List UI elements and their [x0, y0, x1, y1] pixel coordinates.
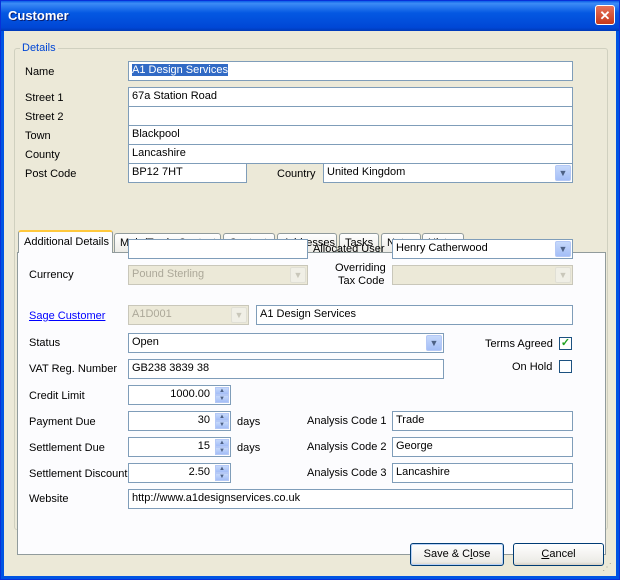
analysis2-label: Analysis Code 2 [307, 441, 387, 453]
on-hold-checkbox[interactable] [559, 360, 572, 373]
status-value: Open [132, 336, 159, 348]
spin-up-icon[interactable]: ▲ [215, 387, 229, 395]
chevron-down-icon: ▼ [231, 307, 247, 323]
name-value: A1 Design Services [132, 64, 228, 76]
spin-up-icon[interactable]: ▲ [215, 439, 229, 447]
payment-days-label: days [237, 416, 261, 428]
analysis3-field[interactable]: Lancashire [392, 463, 573, 483]
town-field[interactable]: Blackpool [128, 125, 573, 145]
postcode-label: Post Code [25, 168, 77, 180]
spin-down-icon[interactable]: ▼ [215, 421, 229, 429]
additional-details-panel [17, 252, 606, 555]
currency-label: Currency [29, 269, 74, 281]
title-bar[interactable]: Customer ✕ [1, 1, 619, 31]
spin-up-icon[interactable]: ▲ [215, 413, 229, 421]
settlement-due-value: 15 [197, 440, 210, 452]
county-field[interactable]: Lancashire [128, 144, 573, 164]
payment-due-value: 30 [197, 414, 210, 426]
country-select[interactable]: United Kingdom ▼ [323, 163, 573, 183]
analysis3-label: Analysis Code 3 [307, 467, 387, 479]
postcode-field[interactable]: BP12 7HT [128, 163, 247, 183]
save-close-label-pre: Save & C [423, 548, 471, 560]
analysis2-field[interactable]: George [392, 437, 573, 457]
street1-label: Street 1 [25, 92, 64, 104]
details-legend: Details [20, 42, 58, 54]
on-hold-label: On Hold [512, 361, 553, 373]
spin-up-icon[interactable]: ▲ [215, 465, 229, 473]
sage-customer-link[interactable]: Sage Customer [29, 310, 105, 322]
chevron-down-icon: ▼ [555, 267, 571, 283]
spin-down-icon[interactable]: ▼ [215, 395, 229, 403]
payment-due-stepper[interactable]: 30 ▲ ▼ [128, 411, 231, 431]
settlement-due-stepper[interactable]: 15 ▲ ▼ [128, 437, 231, 457]
name-field[interactable]: A1 Design Services [128, 61, 573, 81]
chevron-down-icon: ▼ [290, 267, 306, 283]
close-icon[interactable]: ✕ [595, 5, 615, 25]
window-title: Customer [8, 8, 69, 23]
settlement-discount-stepper[interactable]: 2.50 ▲ ▼ [128, 463, 231, 483]
cancel-label-post: ancel [549, 548, 576, 560]
country-value: United Kingdom [327, 166, 406, 178]
status-label: Status [29, 337, 61, 349]
overriding-tax-select[interactable]: ▼ [392, 265, 573, 285]
terms-agreed-checkbox[interactable]: ✓ [559, 337, 572, 350]
analysis1-label: Analysis Code 1 [307, 415, 387, 427]
save-close-label-post: ose [472, 548, 491, 560]
street1-field[interactable]: 67a Station Road [128, 87, 573, 107]
allocated-user-label: Allocated User [313, 243, 385, 255]
vat-field[interactable]: GB238 3839 38 [128, 359, 444, 379]
chevron-down-icon[interactable]: ▼ [555, 241, 571, 257]
allocated-user-select[interactable]: Henry Catherwood ▼ [392, 239, 573, 259]
street2-label: Street 2 [25, 111, 64, 123]
settlement-due-label: Settlement Due [29, 442, 105, 454]
settlement-days-label: days [237, 442, 261, 454]
analysis1-field[interactable]: Trade [392, 411, 573, 431]
settlement-discount-value: 2.50 [188, 466, 210, 478]
reference-field[interactable] [128, 239, 308, 259]
currency-value: Pound Sterling [132, 268, 205, 280]
town-label: Town [25, 130, 51, 142]
dialog-body: Details Name A1 Design Services Street 1… [4, 31, 616, 576]
tab-additional-details[interactable]: Additional Details [18, 230, 113, 253]
vat-label: VAT Reg. Number [29, 363, 118, 375]
save-close-button[interactable]: Save & Close [410, 543, 504, 566]
spin-down-icon[interactable]: ▼ [215, 447, 229, 455]
website-label: Website [29, 493, 69, 505]
currency-select[interactable]: Pound Sterling ▼ [128, 265, 308, 285]
credit-limit-label: Credit Limit [29, 390, 85, 402]
spin-down-icon[interactable]: ▼ [215, 473, 229, 481]
allocated-user-value: Henry Catherwood [396, 242, 488, 254]
terms-agreed-label: Terms Agreed [485, 338, 553, 350]
credit-limit-stepper[interactable]: 1000.00 ▲ ▼ [128, 385, 231, 405]
cancel-button[interactable]: Cancel [513, 543, 604, 566]
payment-due-label: Payment Due [29, 416, 96, 428]
street2-field[interactable] [128, 106, 573, 126]
status-select[interactable]: Open ▼ [128, 333, 444, 353]
website-field[interactable]: http://www.a1designservices.co.uk [128, 489, 573, 509]
chevron-down-icon[interactable]: ▼ [426, 335, 442, 351]
county-label: County [25, 149, 60, 161]
overriding-tax-label-2: Tax Code [338, 275, 385, 287]
credit-limit-value: 1000.00 [170, 388, 210, 400]
sage-code-value: A1D001 [132, 308, 172, 320]
chevron-down-icon[interactable]: ▼ [555, 165, 571, 181]
resize-grip-icon[interactable]: ⋰ [602, 562, 614, 574]
sage-name-field[interactable]: A1 Design Services [256, 305, 573, 325]
sage-code-select[interactable]: A1D001 ▼ [128, 305, 249, 325]
settlement-discount-label: Settlement Discount [29, 468, 128, 480]
name-label: Name [25, 66, 55, 78]
customer-window: Customer ✕ Details Name A1 Design Servic… [0, 0, 620, 580]
country-label: Country [277, 168, 316, 180]
overriding-tax-label-1: Overriding [335, 262, 386, 274]
